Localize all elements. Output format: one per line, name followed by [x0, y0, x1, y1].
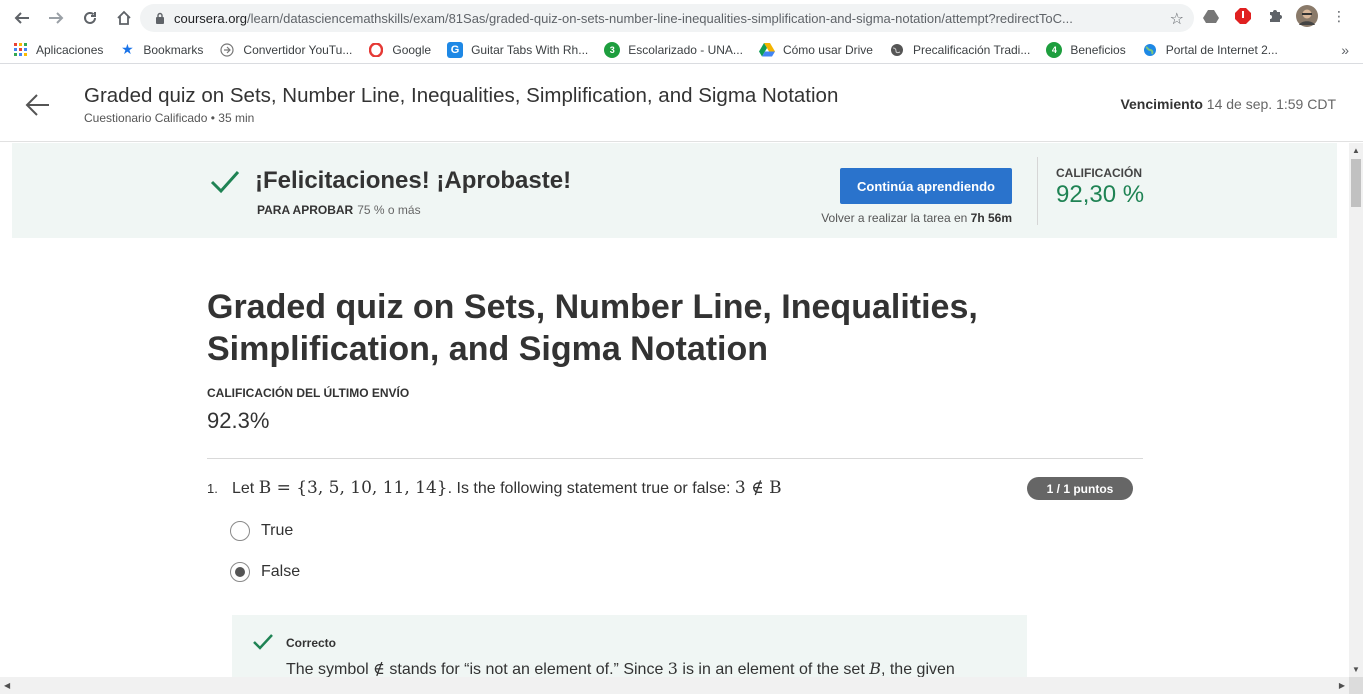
grade-label: CALIFICACIÓN — [1056, 166, 1142, 180]
pass-banner: ¡Felicitaciones! ¡Aprobaste! PARA APROBA… — [12, 143, 1337, 238]
apps-grid-icon — [12, 42, 28, 58]
bookmark-precalificacion[interactable]: Precalificación Tradi... — [889, 42, 1030, 58]
course-header: Graded quiz on Sets, Number Line, Inequa… — [0, 69, 1363, 142]
scroll-thumb[interactable] — [1351, 159, 1361, 207]
pass-requirement: PARA APROBAR 75 % o más — [257, 203, 421, 217]
feedback-box: Correcto The symbol ∉ stands for “is not… — [232, 615, 1027, 677]
bookmark-escolarizado[interactable]: 3 Escolarizado - UNA... — [604, 41, 743, 58]
profile-avatar[interactable] — [1296, 5, 1318, 27]
guitar-tabs-icon: G — [447, 41, 464, 58]
banner-title: ¡Felicitaciones! ¡Aprobaste! — [255, 167, 572, 194]
scroll-right-icon[interactable]: ▶ — [1339, 681, 1345, 690]
scroll-down-icon[interactable]: ▼ — [1352, 665, 1360, 674]
globe-icon — [889, 42, 905, 58]
last-submission-score: 92.3% — [207, 408, 270, 433]
vertical-scrollbar[interactable]: ▲ ▼ — [1349, 143, 1363, 677]
home-icon[interactable] — [108, 2, 140, 34]
radio-true[interactable] — [230, 521, 250, 541]
bookmark-bookmarks[interactable]: ★ Bookmarks — [119, 41, 203, 58]
browser-menu-icon[interactable]: ⋮ — [1328, 5, 1350, 27]
divider — [207, 458, 1143, 459]
header-title: Graded quiz on Sets, Number Line, Inequa… — [84, 84, 839, 107]
scroll-left-icon[interactable]: ◀ — [4, 681, 10, 690]
una-icon: 3 — [604, 41, 621, 58]
banner-divider — [1037, 157, 1038, 225]
address-bar[interactable]: coursera.org/learn/datasciencemathskills… — [140, 4, 1194, 32]
last-submission-label: CALIFICACIÓN DEL ÚLTIMO ENVÍO — [207, 386, 410, 400]
check-icon — [252, 633, 274, 656]
feedback-text: The symbol ∉ stands for “is not an eleme… — [286, 659, 955, 677]
opera-icon — [368, 42, 384, 58]
bookmark-drive[interactable]: Cómo usar Drive — [758, 42, 873, 58]
bookmark-google[interactable]: Google — [368, 42, 431, 58]
retry-timer: Volver a realizar la tarea en 7h 56m — [821, 211, 1012, 225]
star-icon: ★ — [121, 41, 134, 57]
question-text: Let B = {3, 5, 10, 11, 14}. Is the follo… — [232, 478, 782, 498]
option-false[interactable]: False — [230, 562, 300, 582]
browser-toolbar: coursera.org/learn/datasciencemathskills… — [0, 0, 1363, 36]
option-true[interactable]: True — [230, 521, 293, 541]
grade-value: 92,30 % — [1056, 181, 1145, 208]
bookmark-star-icon[interactable]: ☆ — [1170, 9, 1184, 29]
bookmark-aplicaciones[interactable]: Aplicaciones — [12, 42, 103, 58]
horizontal-scrollbar[interactable]: ◀ ▶ — [0, 677, 1349, 694]
forward-icon[interactable] — [40, 2, 72, 34]
bookmark-portal[interactable]: Portal de Internet 2... — [1142, 42, 1278, 58]
radio-false[interactable] — [230, 562, 250, 582]
converter-icon — [219, 42, 235, 58]
beneficios-icon: 4 — [1046, 41, 1063, 58]
extensions-puzzle-icon[interactable] — [1264, 5, 1286, 27]
drive-icon — [758, 42, 775, 58]
continue-learning-button[interactable]: Continúa aprendiendo — [840, 168, 1012, 204]
points-badge: 1 / 1 puntos — [1027, 477, 1133, 500]
quiz-title: Graded quiz on Sets, Number Line, Inequa… — [207, 288, 978, 368]
drive-extension-icon[interactable] — [1200, 5, 1222, 27]
bookmarks-overflow-icon[interactable]: » — [1341, 42, 1349, 58]
scrollbar-corner — [1349, 677, 1363, 694]
check-icon — [210, 170, 240, 199]
bookmark-beneficios[interactable]: 4 Beneficios — [1046, 41, 1126, 58]
scroll-up-icon[interactable]: ▲ — [1352, 146, 1360, 155]
bookmarks-bar: Aplicaciones ★ Bookmarks Convertidor You… — [0, 36, 1363, 64]
main-content: ¡Felicitaciones! ¡Aprobaste! PARA APROBA… — [0, 143, 1349, 677]
url-text[interactable]: coursera.org/learn/datasciencemathskills… — [174, 11, 1154, 26]
feedback-title: Correcto — [286, 636, 337, 650]
lock-icon[interactable] — [146, 12, 174, 24]
bookmark-convertidor[interactable]: Convertidor YouTu... — [219, 42, 352, 58]
back-icon[interactable] — [6, 2, 38, 34]
adblock-icon[interactable] — [1232, 5, 1254, 27]
reload-icon[interactable] — [74, 2, 106, 34]
header-subtitle: Cuestionario Calificado • 35 min — [84, 111, 255, 125]
portal-globe-icon — [1142, 42, 1158, 58]
question-number: 1. — [207, 481, 218, 496]
back-arrow-icon[interactable] — [24, 91, 52, 119]
bookmark-guitar-tabs[interactable]: G Guitar Tabs With Rh... — [447, 41, 588, 58]
due-date: Vencimiento 14 de sep. 1:59 CDT — [1120, 96, 1336, 112]
